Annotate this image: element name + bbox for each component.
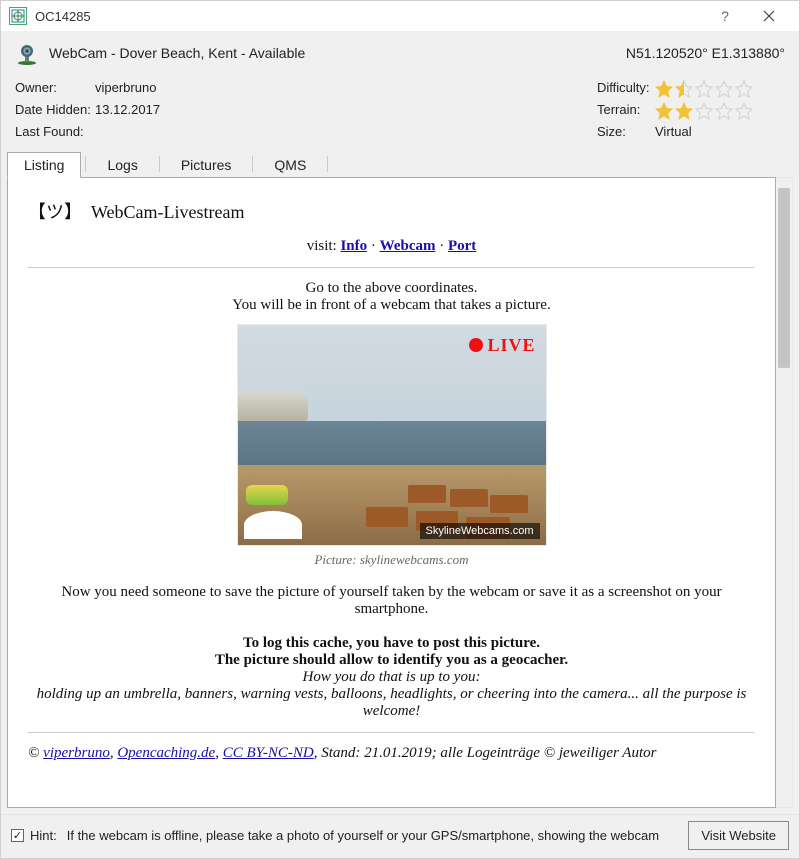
cache-name: WebCam - Dover Beach, Kent - Available [49,43,626,61]
header: WebCam - Dover Beach, Kent - Available N… [1,31,799,73]
credit-site[interactable]: Opencaching.de [117,745,215,761]
visit-website-button[interactable]: Visit Website [688,821,789,850]
last-found-value [95,121,597,143]
credit-license[interactable]: CC BY-NC-ND [223,745,314,761]
log-hint-1: How you do that is up to you: [28,669,755,686]
difficulty-label: Difficulty: [597,77,655,99]
tab-logs[interactable]: Logs [90,152,154,177]
titlebar: OC14285 ? [1,1,799,31]
listing-title: 【ツ】 WebCam-Livestream [28,198,755,224]
close-button[interactable] [747,1,791,31]
webcam-icon [15,43,39,67]
date-hidden-label: Date Hidden: [15,99,95,121]
info-grid: Owner: viperbruno Difficulty: Date Hidde… [1,73,799,151]
image-watermark: SkylineWebcams.com [420,523,540,539]
emoji: 【ツ】 [28,202,82,222]
owner-value: viperbruno [95,77,597,99]
terrain-label: Terrain: [597,99,655,121]
hint-text: If the webcam is offline, please take a … [67,828,679,843]
link-port[interactable]: Port [448,238,476,254]
instruction-para: Now you need someone to save the picture… [28,584,755,618]
instruction-1: Go to the above coordinates. [28,280,755,297]
visit-links: visit: Info · Webcam · Port [28,238,755,255]
instruction-2: You will be in front of a webcam that ta… [28,297,755,314]
divider [28,267,755,268]
credit-line: © viperbruno, Opencaching.de, CC BY-NC-N… [28,745,755,762]
cache-coords: N51.120520° E1.313880° [626,43,785,61]
link-webcam[interactable]: Webcam [380,238,436,254]
divider [28,732,755,733]
content-wrap: 【ツ】 WebCam-Livestream visit: Info · Webc… [7,177,793,808]
owner-label: Owner: [15,77,95,99]
date-hidden-value: 13.12.2017 [95,99,597,121]
tab-pictures[interactable]: Pictures [164,152,249,177]
window: OC14285 ? WebCam - Dover Beach, Kent - A… [0,0,800,859]
last-found-label: Last Found: [15,121,95,143]
help-button[interactable]: ? [703,1,747,31]
tab-qms[interactable]: QMS [257,152,323,177]
window-title: OC14285 [35,9,703,24]
difficulty-stars [655,80,753,98]
size-label: Size: [597,121,655,143]
listing-content: 【ツ】 WebCam-Livestream visit: Info · Webc… [7,177,776,808]
tab-listing[interactable]: Listing [7,152,81,178]
link-info[interactable]: Info [340,238,367,254]
live-badge: LIVE [469,335,535,356]
log-rule-1: To log this cache, you have to post this… [28,635,755,652]
log-rule-2: The picture should allow to identify you… [28,652,755,669]
image-caption: Picture: skylinewebcams.com [28,552,755,568]
tabs: Listing Logs Pictures QMS [1,151,799,177]
size-value: Virtual [655,121,785,143]
webcam-image: LIVE SkylineWebcams.com [237,324,547,546]
app-icon [9,7,27,25]
scrollbar[interactable] [776,177,793,808]
scrollbar-thumb[interactable] [778,188,790,368]
hint-label: Hint: [30,828,57,843]
bottom-bar: ✓ Hint: If the webcam is offline, please… [1,814,799,858]
credit-author[interactable]: viperbruno [43,745,110,761]
hint-checkbox[interactable]: ✓ [11,829,24,842]
log-hint-2: holding up an umbrella, banners, warning… [28,686,755,720]
terrain-stars [655,102,753,120]
